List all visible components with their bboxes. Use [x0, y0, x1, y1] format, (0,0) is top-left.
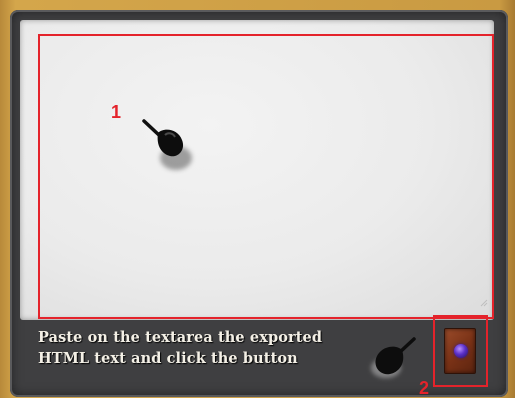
spellbook-icon: [454, 344, 468, 358]
highlight-box-textarea: [38, 34, 494, 319]
pointer-cursor-icon: [142, 119, 192, 170]
pointer-cursor-icon-2: [371, 337, 416, 378]
instruction-text: Paste on the textarea the exported HTML …: [38, 327, 388, 369]
marker-2-label: 2: [419, 378, 430, 398]
instruction-line-2: HTML text and click the button: [38, 350, 298, 367]
import-book-button[interactable]: [444, 328, 476, 374]
instruction-line-1: Paste on the textarea the exported: [38, 329, 323, 346]
resize-grip-icon[interactable]: [478, 297, 488, 307]
marker-1-label: 1: [111, 102, 122, 122]
